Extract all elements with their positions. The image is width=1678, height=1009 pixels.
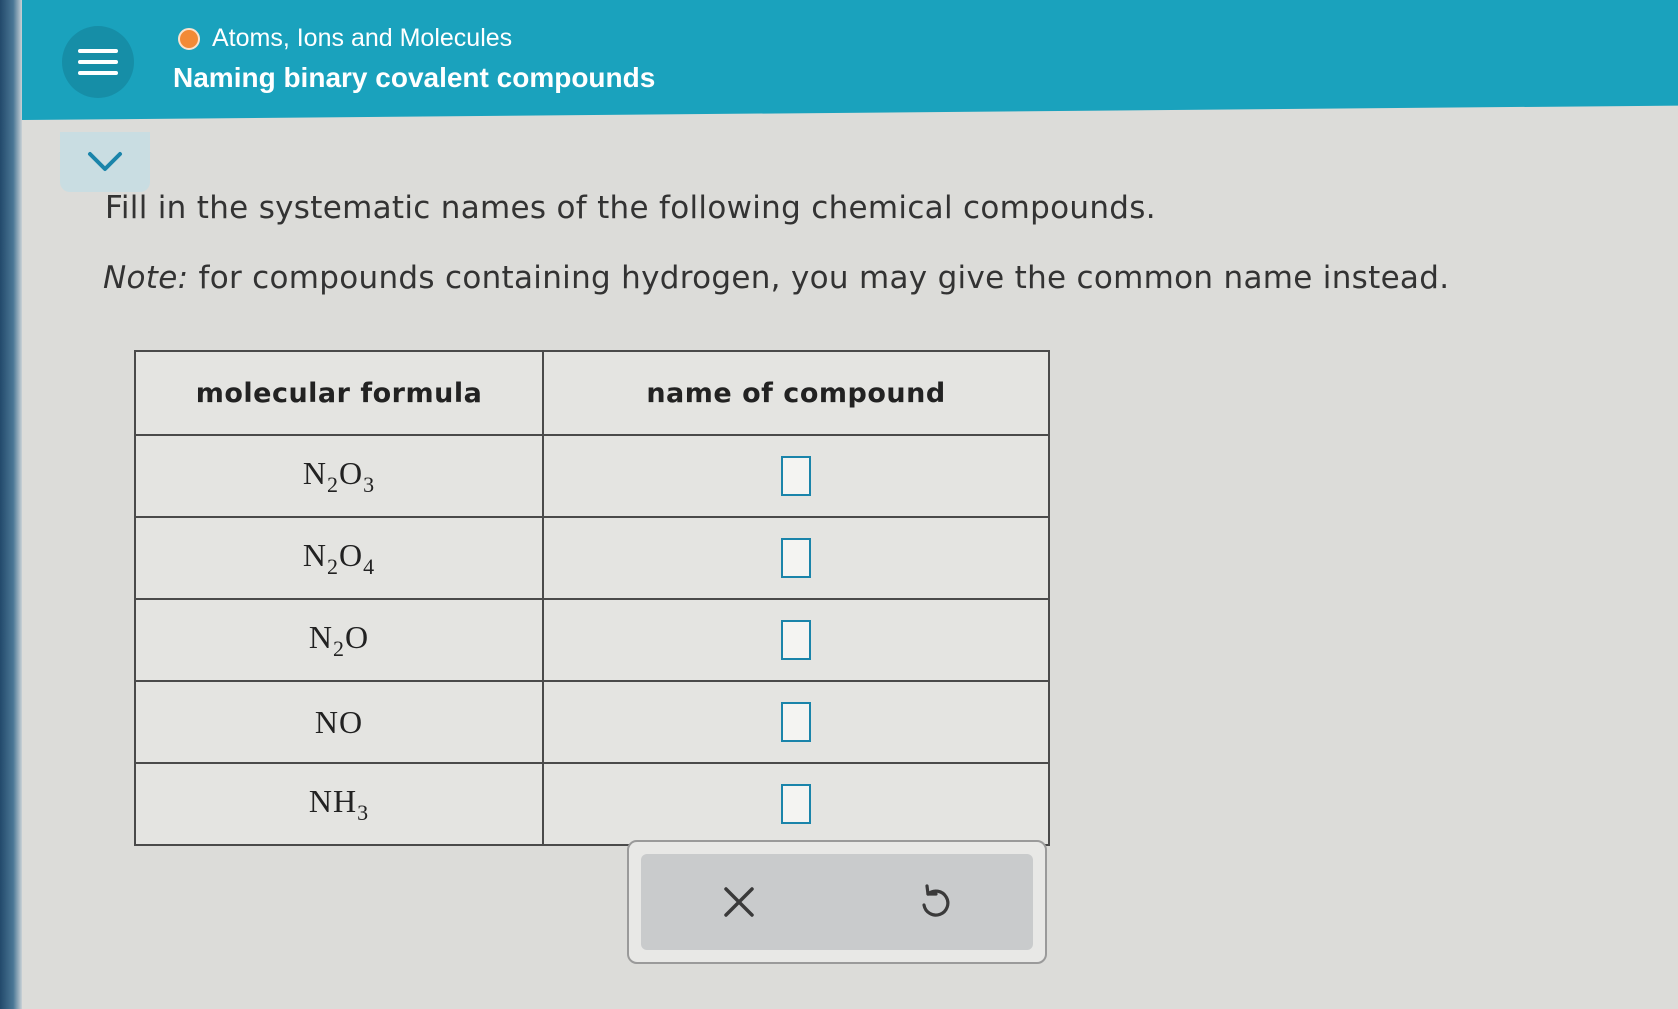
element-symbol: N — [302, 536, 327, 573]
reset-button[interactable] — [895, 867, 975, 937]
chevron-down-icon — [88, 152, 122, 171]
molecular-formula-cell: N2O — [134, 598, 544, 682]
topic-name: Atoms, Ions and Molecules — [212, 24, 513, 52]
compounds-table: molecular formula name of compound N2O3 N… — [134, 350, 1050, 846]
compound-name-input[interactable] — [781, 620, 811, 660]
molecular-formula-cell: NH3 — [134, 762, 544, 846]
question-note: Note: for compounds containing hydrogen,… — [103, 260, 1449, 296]
topic-line: Atoms, Ions and Molecules — [178, 24, 512, 53]
table-row: N2O3 — [134, 434, 1050, 518]
compound-name-input[interactable] — [781, 538, 811, 578]
table-row: N2O4 — [134, 516, 1050, 600]
page-title: Naming binary covalent compounds — [173, 62, 656, 93]
window-edge — [0, 0, 22, 1009]
element-symbol: O — [339, 703, 364, 740]
name-of-compound-cell — [542, 598, 1050, 682]
table-row: NO — [134, 680, 1050, 764]
molecular-formula-cell: N2O4 — [134, 516, 544, 600]
name-of-compound-cell — [542, 516, 1050, 600]
table-row: NH3 — [134, 762, 1050, 846]
subscript-count: 3 — [357, 799, 370, 825]
compound-name-input[interactable] — [781, 784, 811, 824]
answer-actions-panel — [627, 840, 1047, 964]
answer-actions-bar — [641, 854, 1033, 950]
name-of-compound-cell — [542, 762, 1050, 846]
name-of-compound-cell — [542, 680, 1050, 764]
element-symbol: N — [302, 454, 327, 491]
molecular-formula: NO — [315, 704, 363, 740]
subscript-count: 4 — [363, 553, 376, 579]
subscript-count: 2 — [327, 553, 339, 579]
element-symbol: H — [333, 782, 358, 819]
compound-name-input[interactable] — [781, 702, 811, 742]
element-symbol: N — [308, 782, 333, 819]
header-name-of-compound: name of compound — [542, 350, 1050, 436]
compound-name-input[interactable] — [781, 456, 811, 496]
molecular-formula: N2O3 — [302, 454, 375, 497]
element-symbol: O — [339, 454, 364, 491]
element-symbol: N — [314, 703, 339, 740]
element-symbol: O — [339, 536, 364, 573]
table-header-row: molecular formula name of compound — [134, 350, 1050, 436]
note-text: for compounds containing hydrogen, you m… — [188, 260, 1450, 296]
hamburger-menu-icon — [78, 60, 118, 64]
molecular-formula: NH3 — [308, 782, 369, 825]
name-of-compound-cell — [542, 434, 1050, 518]
collapse-button[interactable] — [60, 132, 150, 192]
molecular-formula: N2O4 — [302, 536, 375, 579]
close-icon — [724, 887, 754, 917]
header-bar — [22, 0, 1678, 120]
subscript-count: 3 — [363, 471, 376, 497]
hamburger-menu-icon — [78, 71, 118, 75]
subscript-count: 2 — [327, 471, 339, 497]
undo-icon — [922, 884, 950, 917]
note-label: Note: — [103, 260, 189, 296]
element-symbol: O — [345, 618, 370, 655]
table-row: N2O — [134, 598, 1050, 682]
element-symbol: N — [308, 618, 333, 655]
molecular-formula-cell: NO — [134, 680, 544, 764]
molecular-formula-cell: N2O3 — [134, 434, 544, 518]
hamburger-menu-icon — [78, 49, 118, 53]
menu-button[interactable] — [62, 26, 134, 98]
question-instruction: Fill in the systematic names of the foll… — [105, 190, 1156, 226]
topic-status-icon — [178, 27, 200, 50]
molecular-formula: N2O — [308, 618, 370, 661]
subscript-count: 2 — [333, 635, 345, 661]
header-molecular-formula: molecular formula — [134, 350, 544, 436]
clear-button[interactable] — [699, 867, 779, 937]
